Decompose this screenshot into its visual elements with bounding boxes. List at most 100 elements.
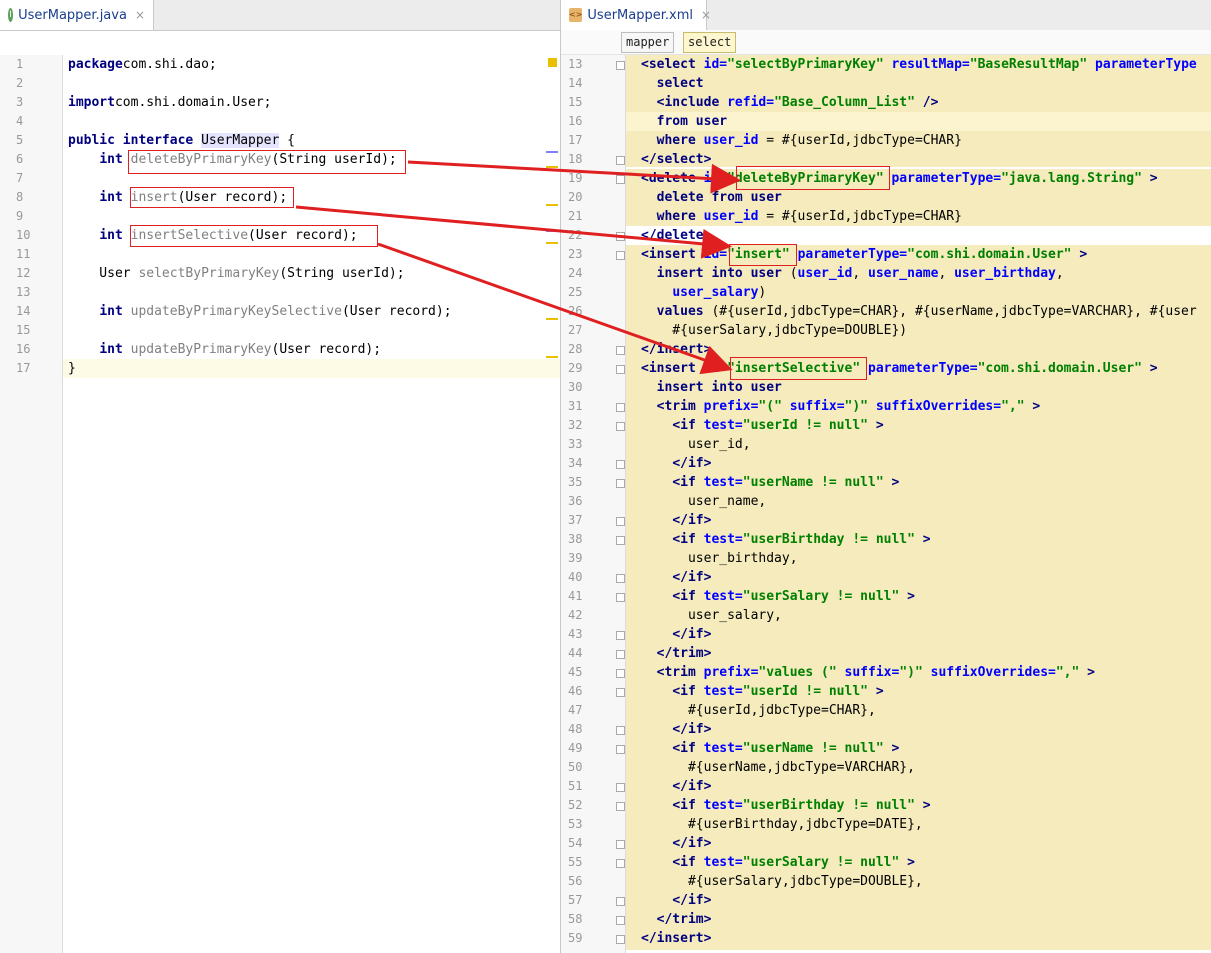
code-line[interactable]: importcom.shi.domain.User; — [68, 93, 272, 112]
fold-icon[interactable] — [616, 745, 625, 754]
code-line[interactable]: packagecom.shi.dao; — [68, 55, 217, 74]
code-line[interactable]: </trim> — [641, 644, 712, 663]
code-line[interactable]: user_birthday, — [641, 549, 798, 568]
code-line[interactable]: </if> — [641, 720, 711, 739]
code-line[interactable]: user_salary, — [641, 606, 782, 625]
fold-icon[interactable] — [616, 574, 625, 583]
code-line[interactable]: <if test="userBirthday != null" > — [641, 796, 930, 815]
code-line[interactable]: public interface UserMapper { — [68, 131, 295, 150]
code-line[interactable]: from user — [641, 112, 727, 131]
fold-icon[interactable] — [616, 61, 625, 70]
fold-icon[interactable] — [616, 783, 625, 792]
code-line[interactable]: <if test="userName != null" > — [641, 473, 899, 492]
code-line[interactable]: user_name, — [641, 492, 766, 511]
warning-marker[interactable] — [548, 58, 557, 67]
code-line[interactable]: where user_id = #{userId,jdbcType=CHAR} — [641, 207, 962, 226]
fold-icon[interactable] — [616, 479, 625, 488]
scroll-marker[interactable] — [546, 318, 558, 320]
scroll-marker[interactable] — [546, 204, 558, 206]
code-line[interactable]: <trim prefix="values (" suffix=")" suffi… — [641, 663, 1095, 682]
close-icon[interactable]: × — [135, 8, 145, 22]
code-line[interactable]: int updateByPrimaryKeySelective(User rec… — [68, 302, 451, 321]
code-line[interactable]: </if> — [641, 625, 711, 644]
fold-icon[interactable] — [616, 251, 625, 260]
fold-icon[interactable] — [616, 365, 625, 374]
code-line[interactable]: select — [641, 74, 704, 93]
fold-icon[interactable] — [616, 669, 625, 678]
code-line[interactable]: <if test="userId != null" > — [641, 682, 883, 701]
scroll-marker[interactable] — [546, 166, 558, 168]
code-line[interactable]: #{userBirthday,jdbcType=DATE}, — [641, 815, 923, 834]
fold-icon[interactable] — [616, 802, 625, 811]
code-line[interactable]: </trim> — [641, 910, 712, 929]
code-line[interactable]: <delete id="deleteByPrimaryKey" paramete… — [641, 169, 1158, 188]
code-line[interactable]: #{userId,jdbcType=CHAR}, — [641, 701, 876, 720]
code-line[interactable]: </if> — [641, 511, 711, 530]
code-line[interactable]: </if> — [641, 891, 711, 910]
code-line[interactable]: </if> — [641, 777, 711, 796]
code-line[interactable]: delete from user — [641, 188, 782, 207]
code-line[interactable]: </if> — [641, 568, 711, 587]
code-line[interactable]: </delete> — [641, 226, 711, 245]
code-line[interactable]: <if test="userName != null" > — [641, 739, 899, 758]
fold-icon[interactable] — [616, 935, 625, 944]
code-line[interactable]: <if test="userBirthday != null" > — [641, 530, 930, 549]
code-line[interactable]: where user_id = #{userId,jdbcType=CHAR} — [641, 131, 962, 150]
code-line[interactable]: #{userName,jdbcType=VARCHAR}, — [641, 758, 915, 777]
fold-icon[interactable] — [616, 688, 625, 697]
code-line[interactable]: </select> — [641, 150, 711, 169]
breadcrumb-select[interactable]: select — [683, 32, 737, 53]
code-line[interactable]: <insert id="insert" parameterType="com.s… — [641, 245, 1087, 264]
scroll-marker[interactable] — [546, 151, 558, 153]
code-line[interactable]: int updateByPrimaryKey(User record); — [68, 340, 381, 359]
fold-icon[interactable] — [616, 175, 625, 184]
fold-icon[interactable] — [616, 650, 625, 659]
code-line[interactable]: User selectByPrimaryKey(String userId); — [68, 264, 404, 283]
scroll-marker[interactable] — [546, 242, 558, 244]
fold-icon[interactable] — [616, 631, 625, 640]
tab-usermapper-java[interactable]: I UserMapper.java × — [0, 0, 154, 30]
code-line[interactable]: </if> — [641, 454, 711, 473]
fold-icon[interactable] — [616, 346, 625, 355]
fold-icon[interactable] — [616, 403, 625, 412]
fold-icon[interactable] — [616, 593, 625, 602]
breadcrumb-mapper[interactable]: mapper — [621, 32, 675, 53]
fold-icon[interactable] — [616, 460, 625, 469]
tab-usermapper-xml[interactable]: <> UserMapper.xml × — [561, 0, 711, 30]
fold-icon[interactable] — [616, 726, 625, 735]
fold-icon[interactable] — [616, 156, 625, 165]
fold-icon[interactable] — [616, 517, 625, 526]
code-line[interactable]: } — [68, 359, 76, 378]
code-line[interactable]: <if test="userSalary != null" > — [641, 587, 915, 606]
fold-icon[interactable] — [616, 422, 625, 431]
code-line[interactable]: </if> — [641, 834, 711, 853]
fold-icon[interactable] — [616, 536, 625, 545]
code-line[interactable]: <include refid="Base_Column_List" /> — [641, 93, 939, 112]
code-line[interactable]: </insert> — [641, 929, 711, 948]
fold-icon[interactable] — [616, 916, 625, 925]
fold-icon[interactable] — [616, 897, 625, 906]
code-line[interactable]: insert into user (user_id, user_name, us… — [641, 264, 1064, 283]
code-line[interactable]: user_salary) — [641, 283, 766, 302]
code-line[interactable]: <insert id="insertSelective" parameterTy… — [641, 359, 1158, 378]
fold-icon[interactable] — [616, 859, 625, 868]
code-token: ")" — [844, 399, 876, 414]
line-number: 41 — [568, 589, 583, 603]
java-editor-pane[interactable]: I UserMapper.java × 1 packagecom.shi.dao;… — [0, 0, 561, 953]
code-line[interactable]: values (#{userId,jdbcType=CHAR}, #{userN… — [641, 302, 1197, 321]
fold-icon[interactable] — [616, 840, 625, 849]
fold-icon[interactable] — [616, 232, 625, 241]
code-line[interactable]: <trim prefix="(" suffix=")" suffixOverri… — [641, 397, 1041, 416]
scroll-marker[interactable] — [546, 356, 558, 358]
code-line[interactable]: <if test="userSalary != null" > — [641, 853, 915, 872]
code-line[interactable]: <if test="userId != null" > — [641, 416, 883, 435]
scroll-marker[interactable] — [546, 230, 558, 232]
code-line[interactable]: insert into user — [641, 378, 782, 397]
code-line[interactable]: </insert> — [641, 340, 711, 359]
code-line[interactable]: #{userSalary,jdbcType=DOUBLE}, — [641, 872, 923, 891]
code-line[interactable]: <select id="selectByPrimaryKey" resultMa… — [641, 55, 1197, 74]
close-icon[interactable]: × — [701, 8, 711, 22]
code-line[interactable]: user_id, — [641, 435, 751, 454]
code-line[interactable]: #{userSalary,jdbcType=DOUBLE}) — [641, 321, 907, 340]
line-number: 57 — [568, 893, 583, 907]
